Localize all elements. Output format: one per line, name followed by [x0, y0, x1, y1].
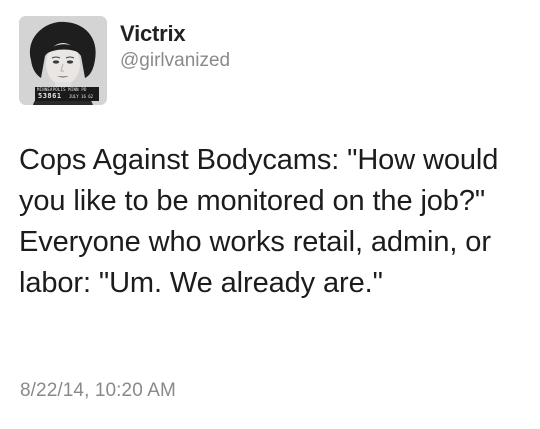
user-handle[interactable]: @girlvanized	[120, 49, 230, 73]
mugshot-board: MINNEAPOLIS MINN PD 53861 JULY 16 62	[35, 87, 99, 101]
avatar[interactable]: MINNEAPOLIS MINN PD 53861 JULY 16 62	[19, 16, 107, 105]
tweet-header: MINNEAPOLIS MINN PD 53861 JULY 16 62 Vic…	[19, 16, 230, 105]
tweet-timestamp[interactable]: 8/22/14, 10:20 AM	[20, 380, 176, 402]
tweet-card: MINNEAPOLIS MINN PD 53861 JULY 16 62 Vic…	[0, 0, 540, 429]
mugshot-board-number: 53861	[38, 92, 62, 100]
display-name[interactable]: Victrix	[120, 21, 230, 47]
user-names: Victrix @girlvanized	[120, 21, 230, 73]
tweet-text: Cops Against Bodycams: "How would you li…	[19, 144, 499, 299]
mugshot-board-date: JULY 16 62	[69, 94, 94, 99]
